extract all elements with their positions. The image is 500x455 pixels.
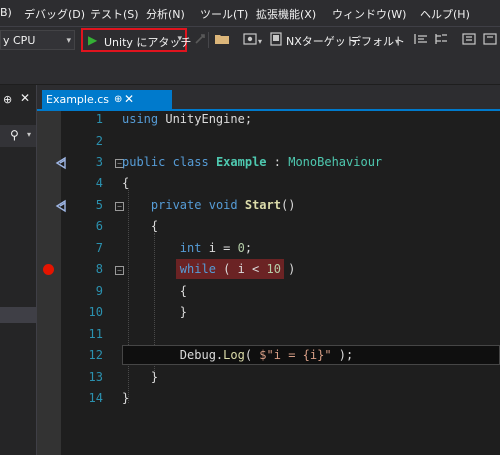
- semicolon: ;: [244, 241, 253, 255]
- toolbar-separator: [208, 32, 209, 48]
- brace: }: [179, 305, 188, 319]
- condition: ( i <: [215, 262, 267, 276]
- menu-bar: B) デバッグ(D) テスト(S) 分析(N) ツール(T) 拡張機能(X) ウ…: [0, 0, 500, 27]
- align-left-icon[interactable]: [413, 31, 429, 47]
- chevron-down-icon[interactable]: ▾: [395, 37, 399, 46]
- code-line: 10 }: [0, 302, 500, 324]
- attach-to-unity-button[interactable]: ▶ Unity にアタッチ ▾: [81, 28, 191, 52]
- menu-tools[interactable]: ツール(T): [200, 6, 248, 22]
- chevron-down-icon[interactable]: ▾: [258, 37, 262, 46]
- namespace: UnityEngine;: [158, 112, 253, 126]
- uncomment-icon[interactable]: [482, 31, 498, 47]
- number-literal: 0: [237, 241, 245, 255]
- code-line: − 3 public class Example : MonoBehaviour: [0, 152, 500, 174]
- menu-build[interactable]: B): [0, 6, 12, 19]
- screenshot-icon[interactable]: [242, 31, 258, 47]
- code-line: 6 {: [0, 216, 500, 238]
- code-line: 4 {: [0, 173, 500, 195]
- menu-debug[interactable]: デバッグ(D): [24, 6, 85, 22]
- chevron-down-icon: ▾: [66, 36, 71, 46]
- hot-reload-icon[interactable]: [192, 31, 208, 47]
- brace: {: [122, 176, 130, 190]
- paren-open: (: [244, 348, 260, 362]
- colon: :: [266, 155, 289, 169]
- line-number: 5: [95, 198, 103, 212]
- number-literal: 10: [266, 262, 281, 276]
- method-name: Start: [244, 198, 281, 212]
- pin-icon[interactable]: ⊕: [114, 90, 122, 109]
- comment-icon[interactable]: [461, 31, 477, 47]
- menu-test[interactable]: テスト(S): [90, 6, 139, 22]
- paren-close: ): [280, 262, 296, 276]
- code-line: 9 {: [0, 281, 500, 303]
- breakpoint-icon[interactable]: [43, 264, 54, 275]
- align-tree-icon[interactable]: [433, 31, 449, 47]
- unity-message-icon[interactable]: [55, 199, 69, 213]
- line-number: 1: [95, 112, 103, 126]
- line-number: 9: [95, 284, 103, 298]
- line-number: 4: [95, 176, 103, 190]
- document-tabs: Example.cs ⊕ ✕: [37, 85, 500, 109]
- unity-message-icon[interactable]: [55, 156, 69, 170]
- brace: {: [179, 284, 188, 298]
- code-line: − 5 private void Start(): [0, 195, 500, 217]
- code-line: 7 int i = 0;: [0, 238, 500, 260]
- keyword-private: private: [150, 198, 202, 212]
- paren-close: );: [331, 348, 354, 362]
- menu-analyze[interactable]: 分析(N): [146, 6, 185, 22]
- folder-icon[interactable]: [214, 31, 230, 47]
- code-line-breakpoint: − 8 while ( i < 10 ): [0, 259, 500, 281]
- close-icon[interactable]: ✕: [124, 90, 134, 109]
- string-literal: $"i = {i}": [259, 348, 332, 362]
- line-number: 10: [88, 305, 103, 319]
- brace: {: [150, 219, 159, 233]
- code-line: 13 }: [0, 367, 500, 389]
- line-number: 7: [95, 241, 103, 255]
- keyword-using: using: [122, 112, 159, 126]
- keyword-int: int: [179, 241, 202, 255]
- menu-help[interactable]: ヘルプ(H): [420, 6, 470, 22]
- assignment: i =: [201, 241, 238, 255]
- tab-label: Example.cs: [46, 93, 109, 106]
- line-number: 2: [95, 134, 103, 148]
- line-number: 12: [88, 348, 103, 362]
- device-icon[interactable]: [268, 31, 284, 47]
- close-icon[interactable]: ✕: [20, 91, 30, 105]
- menu-window[interactable]: ウィンドウ(W): [332, 6, 406, 22]
- base-class: MonoBehaviour: [288, 155, 383, 169]
- pin-icon[interactable]: ⊕: [3, 93, 12, 106]
- keyword-void: void: [208, 198, 238, 212]
- code-line: 2: [0, 131, 500, 153]
- code-line: 14 }: [0, 388, 500, 410]
- play-icon: ▶: [88, 33, 98, 47]
- line-number: 14: [88, 391, 103, 405]
- tab-example-cs[interactable]: Example.cs ⊕ ✕: [42, 90, 172, 109]
- keyword-public: public: [122, 155, 166, 169]
- platform-select[interactable]: y CPU ▾: [0, 30, 75, 50]
- method-call: Log: [223, 348, 245, 362]
- line-number: 13: [88, 370, 103, 384]
- parens: (): [280, 198, 296, 212]
- line-number: 6: [95, 219, 103, 233]
- platform-value: y CPU: [3, 34, 36, 47]
- keyword-while: while: [179, 262, 216, 276]
- chevron-down-icon: ▾: [177, 34, 182, 44]
- menu-extensions[interactable]: 拡張機能(X): [256, 6, 316, 22]
- keyword-class: class: [172, 155, 209, 169]
- line-number: 3: [95, 155, 103, 169]
- line-number: 8: [95, 262, 103, 276]
- brace: }: [122, 391, 130, 405]
- class-name: Example: [215, 155, 267, 169]
- code-line-current: 12 Debug.Log( $"i = {i}" );: [0, 345, 500, 367]
- line-number: 11: [88, 327, 103, 341]
- code-line: 1 using UnityEngine;: [0, 109, 500, 131]
- debug-class: Debug: [179, 348, 216, 362]
- brace: }: [150, 370, 159, 384]
- code-line: 11: [0, 324, 500, 346]
